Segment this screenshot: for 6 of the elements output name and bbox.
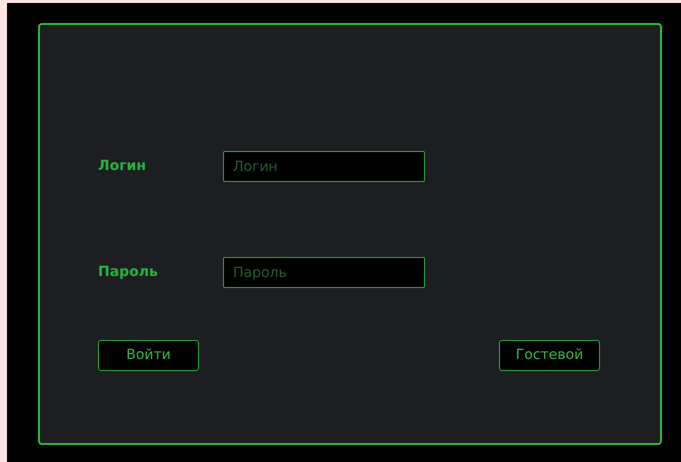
field-label: Пароль [98, 263, 159, 282]
action-button[interactable]: Войти [98, 340, 199, 371]
action-button[interactable]: Гостевой [499, 340, 600, 371]
input-field[interactable]: Пароль [223, 257, 425, 288]
input-field[interactable]: Логин [223, 151, 425, 182]
field-label: Логин [98, 157, 148, 176]
